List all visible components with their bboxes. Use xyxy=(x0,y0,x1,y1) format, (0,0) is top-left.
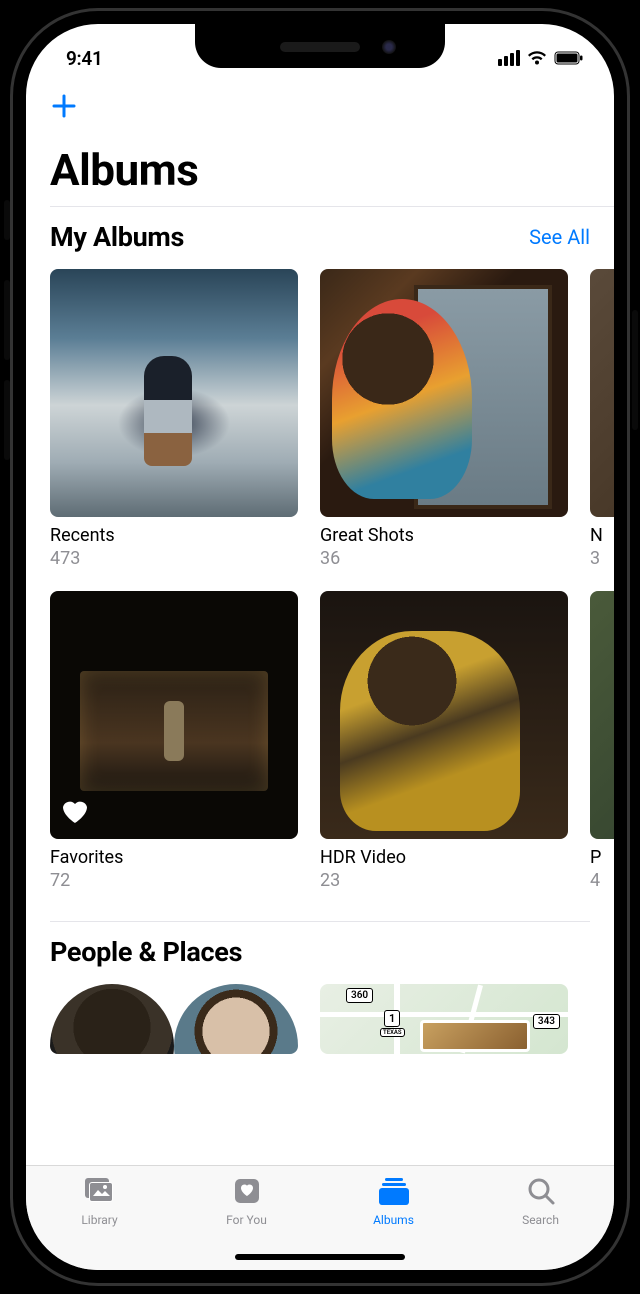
album-name: HDR Video xyxy=(320,839,568,868)
content: Albums My Albums See All Recents 473 Gre… xyxy=(26,78,614,1165)
face-thumbnail[interactable] xyxy=(174,984,298,1054)
home-indicator[interactable] xyxy=(235,1254,405,1260)
tab-for-you[interactable]: For You xyxy=(202,1176,292,1227)
add-album-button[interactable] xyxy=(50,78,590,120)
heart-icon xyxy=(60,797,90,829)
map-label: TEXAS xyxy=(380,1028,405,1037)
tab-label: For You xyxy=(226,1213,267,1227)
search-icon xyxy=(526,1176,556,1209)
album-hdr-video[interactable]: HDR Video 23 xyxy=(320,591,568,891)
people-tile[interactable] xyxy=(50,984,298,1054)
album-recents[interactable]: Recents 473 xyxy=(50,269,298,569)
album-count: 4 xyxy=(590,868,614,891)
tab-search[interactable]: Search xyxy=(496,1176,586,1227)
album-thumbnail[interactable] xyxy=(590,591,614,839)
album-count: 3 xyxy=(590,546,614,569)
screen: 9:41 Albums My Albums See A xyxy=(26,24,614,1270)
album-count: 36 xyxy=(320,546,568,569)
section-header-people-places: People & Places xyxy=(50,922,590,968)
places-map-tile[interactable]: 360 1 TEXAS 343 xyxy=(320,984,568,1054)
power-button[interactable] xyxy=(632,310,638,430)
album-thumbnail[interactable] xyxy=(320,269,568,517)
wifi-icon xyxy=(527,51,547,66)
map-shield: 343 xyxy=(533,1014,560,1029)
map-shield: 1 xyxy=(384,1010,400,1027)
phone-frame: 9:41 Albums My Albums See A xyxy=(10,8,630,1286)
tab-label: Search xyxy=(522,1213,559,1227)
section-title: My Albums xyxy=(50,221,184,253)
for-you-icon xyxy=(232,1176,262,1209)
album-count: 23 xyxy=(320,868,568,891)
people-places-row[interactable]: 360 1 TEXAS 343 xyxy=(50,984,614,1054)
album-thumbnail[interactable] xyxy=(590,269,614,517)
album-thumbnail[interactable] xyxy=(320,591,568,839)
album-grid[interactable]: Recents 473 Great Shots 36 N 3 xyxy=(50,269,614,891)
album-name: Great Shots xyxy=(320,517,568,546)
tab-label: Library xyxy=(81,1213,117,1227)
album-partial[interactable]: P 4 xyxy=(590,591,614,891)
cellular-icon xyxy=(498,50,520,66)
tab-label: Albums xyxy=(373,1213,414,1227)
tab-library[interactable]: Library xyxy=(55,1176,145,1227)
status-time: 9:41 xyxy=(66,47,103,70)
map-photo-pin xyxy=(420,1020,530,1052)
face-thumbnail[interactable] xyxy=(50,984,174,1054)
album-name: N xyxy=(590,517,614,546)
album-name: P xyxy=(590,839,614,868)
album-thumbnail[interactable] xyxy=(50,269,298,517)
map-shield: 360 xyxy=(346,988,373,1003)
album-count: 72 xyxy=(50,868,298,891)
section-title: People & Places xyxy=(50,936,242,968)
album-partial[interactable]: N 3 xyxy=(590,269,614,569)
album-count: 473 xyxy=(50,546,298,569)
see-all-link[interactable]: See All xyxy=(529,225,590,249)
photo-library-icon xyxy=(83,1176,117,1209)
page-title: Albums xyxy=(50,120,590,206)
tab-albums[interactable]: Albums xyxy=(349,1176,439,1227)
album-great-shots[interactable]: Great Shots 36 xyxy=(320,269,568,569)
section-header-my-albums: My Albums See All xyxy=(50,207,590,269)
album-name: Favorites xyxy=(50,839,298,868)
battery-icon xyxy=(554,51,584,65)
notch xyxy=(195,24,445,68)
albums-icon xyxy=(377,1176,411,1209)
album-favorites[interactable]: Favorites 72 xyxy=(50,591,298,891)
album-thumbnail[interactable] xyxy=(50,591,298,839)
status-indicators xyxy=(498,50,584,66)
album-name: Recents xyxy=(50,517,298,546)
